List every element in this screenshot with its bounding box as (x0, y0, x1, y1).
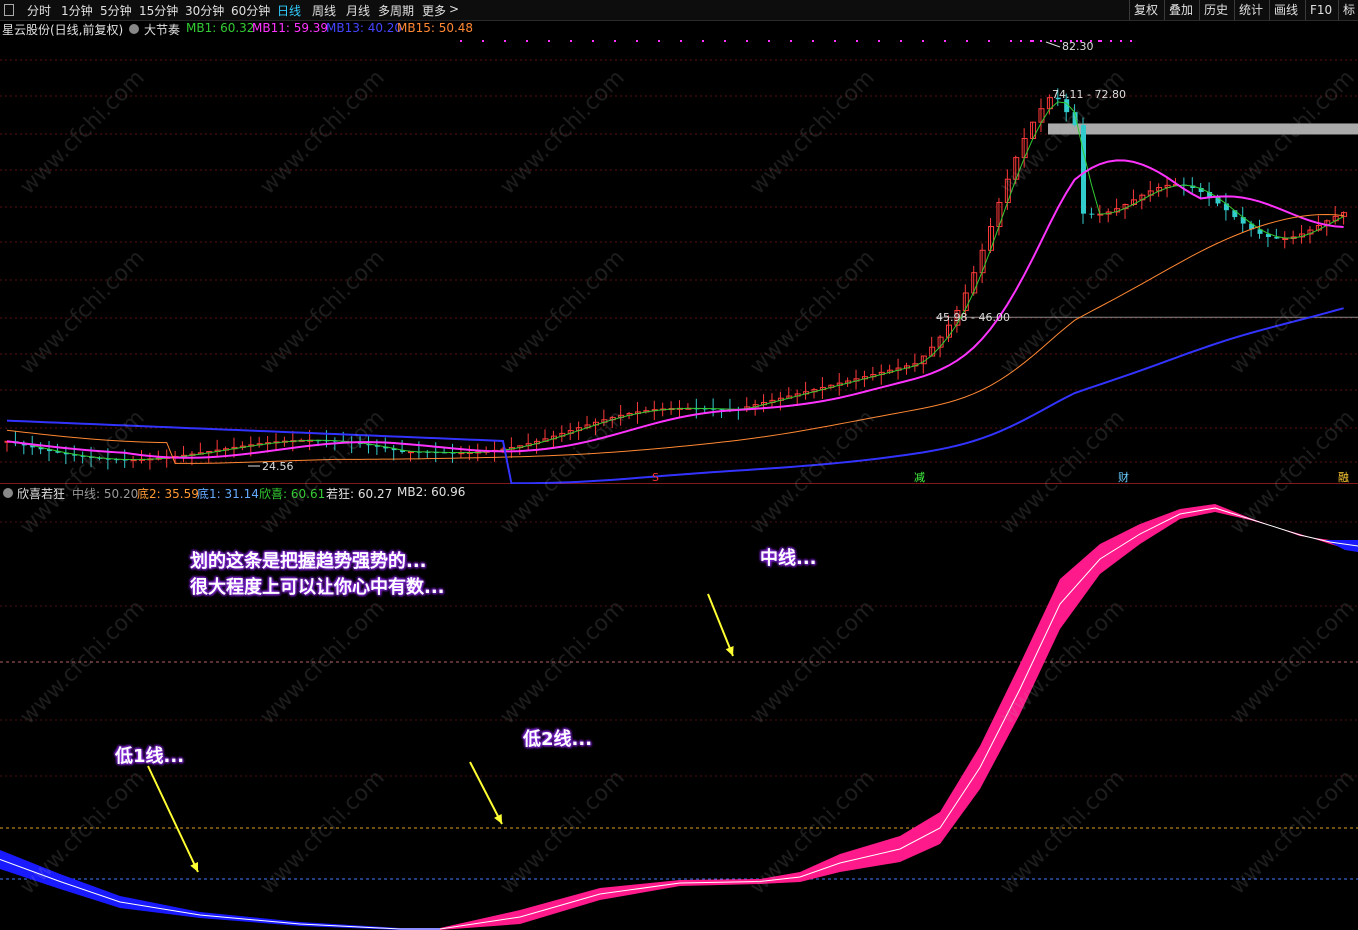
ribbon-bullish (440, 504, 1358, 930)
price-chart: 82.30 24.56 74.11 - 72.80 45.98 - 46.00 S 减 财 融 (0, 40, 1358, 484)
signal-dot (724, 40, 726, 42)
low-price-label: 24.56 (262, 460, 294, 473)
signal-dot (746, 40, 748, 42)
ribbon-bearish (0, 850, 440, 930)
signal-dot (1100, 40, 1102, 42)
signal-dot (680, 40, 682, 42)
mb15-line (6, 213, 1344, 464)
mb11-line (6, 159, 1344, 459)
xinxi-value: 欣喜: 60.61 (259, 487, 326, 501)
signal-dot (966, 40, 968, 42)
signal-dot (812, 40, 814, 42)
signal-dot (526, 40, 528, 42)
arrow-mid-line (707, 593, 734, 657)
signal-dot (1030, 40, 1032, 42)
signal-dot (592, 40, 594, 42)
mb2-value: MB2: 60.96 (397, 485, 466, 499)
signal-dot (1032, 40, 1034, 42)
annotation-low1-line: 低1线... (115, 746, 185, 767)
annotation-confidence: 很大程度上可以让你心中有数... (190, 577, 445, 598)
signal-dot (1010, 40, 1012, 42)
mb1-value: MB1: 60.32 (186, 21, 255, 35)
signal-dot (878, 40, 880, 42)
mb11-value: MB11: 59.39 (252, 21, 329, 35)
signal-dot (1020, 40, 1022, 42)
signal-dot (1110, 40, 1112, 42)
signal-dot (922, 40, 924, 42)
high-price-label: 82.30 (1062, 40, 1094, 53)
signal-dot (614, 40, 616, 42)
arrow-low2-line (469, 761, 503, 825)
signal-dot (636, 40, 638, 42)
event-mark: 财 (1118, 470, 1129, 484)
signal-dot (1054, 40, 1056, 42)
signal-dot (548, 40, 550, 42)
candle-down (1089, 213, 1095, 215)
signal-dot (834, 40, 836, 42)
indicator-name[interactable]: 大节奏 (144, 21, 180, 38)
high-pointer (1045, 41, 1061, 48)
signal-dot (504, 40, 506, 42)
mb13-value: MB13: 40.20 (326, 21, 403, 35)
mb15-value: MB15: 50.48 (397, 21, 474, 35)
resistance-label: 74.11 - 72.80 (1052, 88, 1126, 101)
candle-up (1282, 237, 1289, 240)
ruokuang-value: 若狂: 60.27 (326, 487, 393, 501)
arrow-low1-line (147, 765, 199, 873)
signal-dot (702, 40, 704, 42)
support-label: 45.98 - 46.00 (936, 311, 1010, 324)
signal-dot (482, 40, 484, 42)
signal-dot (1098, 40, 1100, 42)
signal-dot (658, 40, 660, 42)
signal-dot (460, 40, 462, 42)
signal-dot (988, 40, 990, 42)
signal-dot (570, 40, 572, 42)
signal-dot (1130, 40, 1132, 42)
chevron-down-icon[interactable] (129, 24, 139, 34)
stock-title: 星云股份(日线,前复权) (2, 23, 124, 37)
signal-dot (1040, 40, 1042, 42)
resistance-zone (1048, 123, 1358, 135)
signal-dot (1120, 40, 1122, 42)
mb1-line (6, 101, 1344, 461)
candle-down (1081, 125, 1086, 214)
event-mark: S (652, 471, 659, 484)
signal-dot (1050, 40, 1052, 42)
signal-dot (768, 40, 770, 42)
annotation-low2-line: 低2线... (523, 729, 593, 750)
event-mark: 减 (914, 471, 925, 484)
signal-dot (856, 40, 858, 42)
chevron-down-icon[interactable] (3, 488, 13, 498)
signal-dot (900, 40, 902, 42)
di2-value: 底2: 35.59 (137, 487, 199, 501)
mid-line-value: 中线: 50.20 (72, 487, 139, 501)
sub-indicator-name[interactable]: 欣喜若狂 (17, 485, 65, 502)
annotation-trend-line: 划的这条是把握趋势强势的... (190, 551, 427, 572)
signal-dot (790, 40, 792, 42)
di1-value: 底1: 31.14 (197, 487, 259, 501)
annotation-mid-line: 中线... (760, 548, 817, 569)
event-mark: 融 (1338, 471, 1349, 484)
signal-dot (944, 40, 946, 42)
